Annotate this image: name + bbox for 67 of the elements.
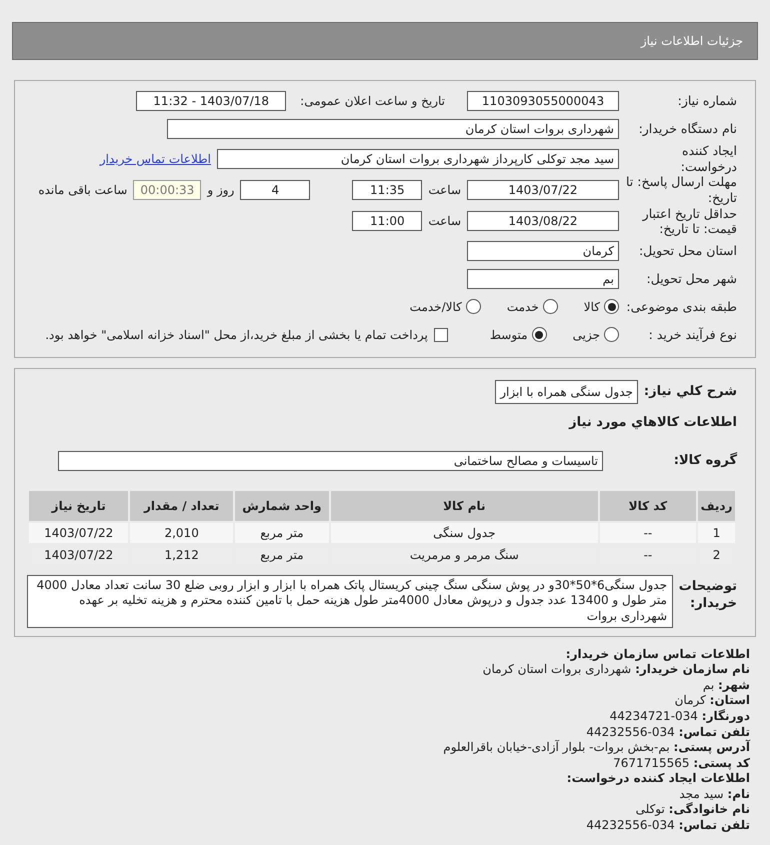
- header-title: جزئیات اطلاعات نیاز: [640, 33, 743, 50]
- summary-field: جدول سنگی همراه با ابزار: [495, 380, 638, 404]
- contact-line: نام: سید مجد: [678, 786, 750, 802]
- column-header: تعداد / مقدار: [130, 490, 233, 521]
- radio-label: خدمت: [506, 298, 539, 316]
- contact-line: استان: کرمان: [674, 693, 750, 709]
- group-field: تاسیسات و مصالح ساختمانی: [58, 450, 603, 471]
- buyer-field: شهرداری بروات استان کرمان: [167, 119, 619, 139]
- radio-button[interactable]: [604, 327, 619, 342]
- contact-link[interactable]: اطلاعات تماس خریدار: [100, 150, 211, 168]
- column-header: واحد شمارش: [234, 490, 329, 521]
- time-label: ساعت: [428, 182, 461, 199]
- time-label: ساعت: [428, 213, 461, 230]
- radio-button[interactable]: [604, 299, 619, 314]
- table-cell: 1403/07/22: [29, 522, 128, 543]
- contact-line: نام خانوادگی: توکلی: [634, 802, 750, 818]
- column-header: ردیف: [698, 490, 735, 521]
- validity-date-field: 1403/08/22: [467, 211, 619, 232]
- field-label: ایجاد کننده درخواست:: [680, 143, 737, 174]
- contact-line: نام سازمان خریدار: شهرداری بروات استان کرمان: [482, 662, 750, 678]
- radio-label: کالا/خدمت: [410, 298, 462, 316]
- days-field: 4: [240, 180, 310, 200]
- radio-button[interactable]: [542, 299, 558, 314]
- radio-button[interactable]: [532, 327, 547, 342]
- contact-heading: اطلاعات تماس سازمان خریدار:: [564, 646, 750, 662]
- table-cell: 2,010: [130, 522, 233, 543]
- need-number-field: 1103093055000043: [467, 91, 619, 111]
- deadline-time-field: 11:35: [352, 180, 422, 200]
- deadline-date-field: 1403/07/22: [467, 180, 619, 200]
- field-label: گروه کالا:: [672, 452, 737, 469]
- checkbox[interactable]: [434, 328, 448, 342]
- field-label: استان محل تحویل:: [638, 242, 737, 259]
- requester-field: سید مجد توکلی کارپرداز شهرداری بروات استان کرمان: [217, 148, 619, 169]
- field-label: شماره نیاز:: [676, 93, 737, 109]
- table-cell: جدول سنگی: [330, 522, 598, 543]
- remaining-label: ساعت باقی مانده: [38, 182, 128, 199]
- radio-label: متوسط: [490, 326, 528, 344]
- province-field: کرمان: [467, 240, 619, 261]
- table-cell: متر مربع: [234, 522, 329, 543]
- field-label: حداقل تاریخ اعتبار قیمت: تا تاریخ:: [641, 206, 737, 237]
- payment-note: پرداخت تمام یا بخشی از مبلغ خرید،از محل "اسناد خزانه اسلامی" خواهد بود.: [45, 326, 428, 344]
- field-label: شهر محل تحویل:: [646, 270, 737, 287]
- field-label: شرح کلي نياز:: [644, 383, 737, 401]
- description-box: جدول سنگی6*50*30و در پوش سنگی سنگ چینی کریستال پاتک همراه با ابزار و ابزار روبی ضلع 30 سانت تعداد معادل 4000 متر طول و 13400 عدد جدول و درپوش معادل 4000متر طول هزینه حمل با تامین کننده محترم و هزینه تخلیه بر عهده شهرداری بروات: [27, 574, 673, 628]
- table-cell: 1: [698, 522, 735, 543]
- validity-time-field: 11:00: [352, 211, 422, 232]
- field-label: نوع فرآیند خرید :: [648, 326, 737, 343]
- remaining-time-field: 00:00:33: [133, 180, 202, 200]
- column-header: کد کالا: [600, 490, 696, 521]
- field-label: نام دستگاه خریدار:: [638, 121, 737, 137]
- days-label: روز و: [207, 182, 234, 199]
- announce-date-field: 1403/07/18 - 11:32: [136, 91, 286, 111]
- table-cell: --: [600, 522, 696, 543]
- radio-button[interactable]: [466, 299, 481, 314]
- field-label: مهلت ارسال پاسخ: تا تاریخ:: [625, 174, 737, 206]
- contact-heading: اطلاعات ایجاد کننده درخواست:: [566, 771, 750, 787]
- column-header: تاریخ نیاز: [29, 490, 128, 521]
- column-header: نام کالا: [330, 490, 598, 521]
- section-title: اطلاعات کالاهاي مورد نياز: [569, 414, 737, 432]
- radio-label: جزیی: [572, 326, 600, 344]
- contact-line: آدرس پستی: بم-بخش بروات- بلوار آزادی-خیابان باقرالعلوم: [442, 740, 750, 756]
- field-label: توضیحات خریدار:: [681, 578, 737, 613]
- field-label: تاریخ و ساعت اعلان عمومی:: [300, 93, 445, 110]
- contact-line: شهر: بم: [702, 678, 750, 694]
- field-label: طبقه بندی موضوعی:: [625, 298, 737, 315]
- city-field: بم: [467, 268, 619, 289]
- radio-label: کالا: [584, 298, 600, 316]
